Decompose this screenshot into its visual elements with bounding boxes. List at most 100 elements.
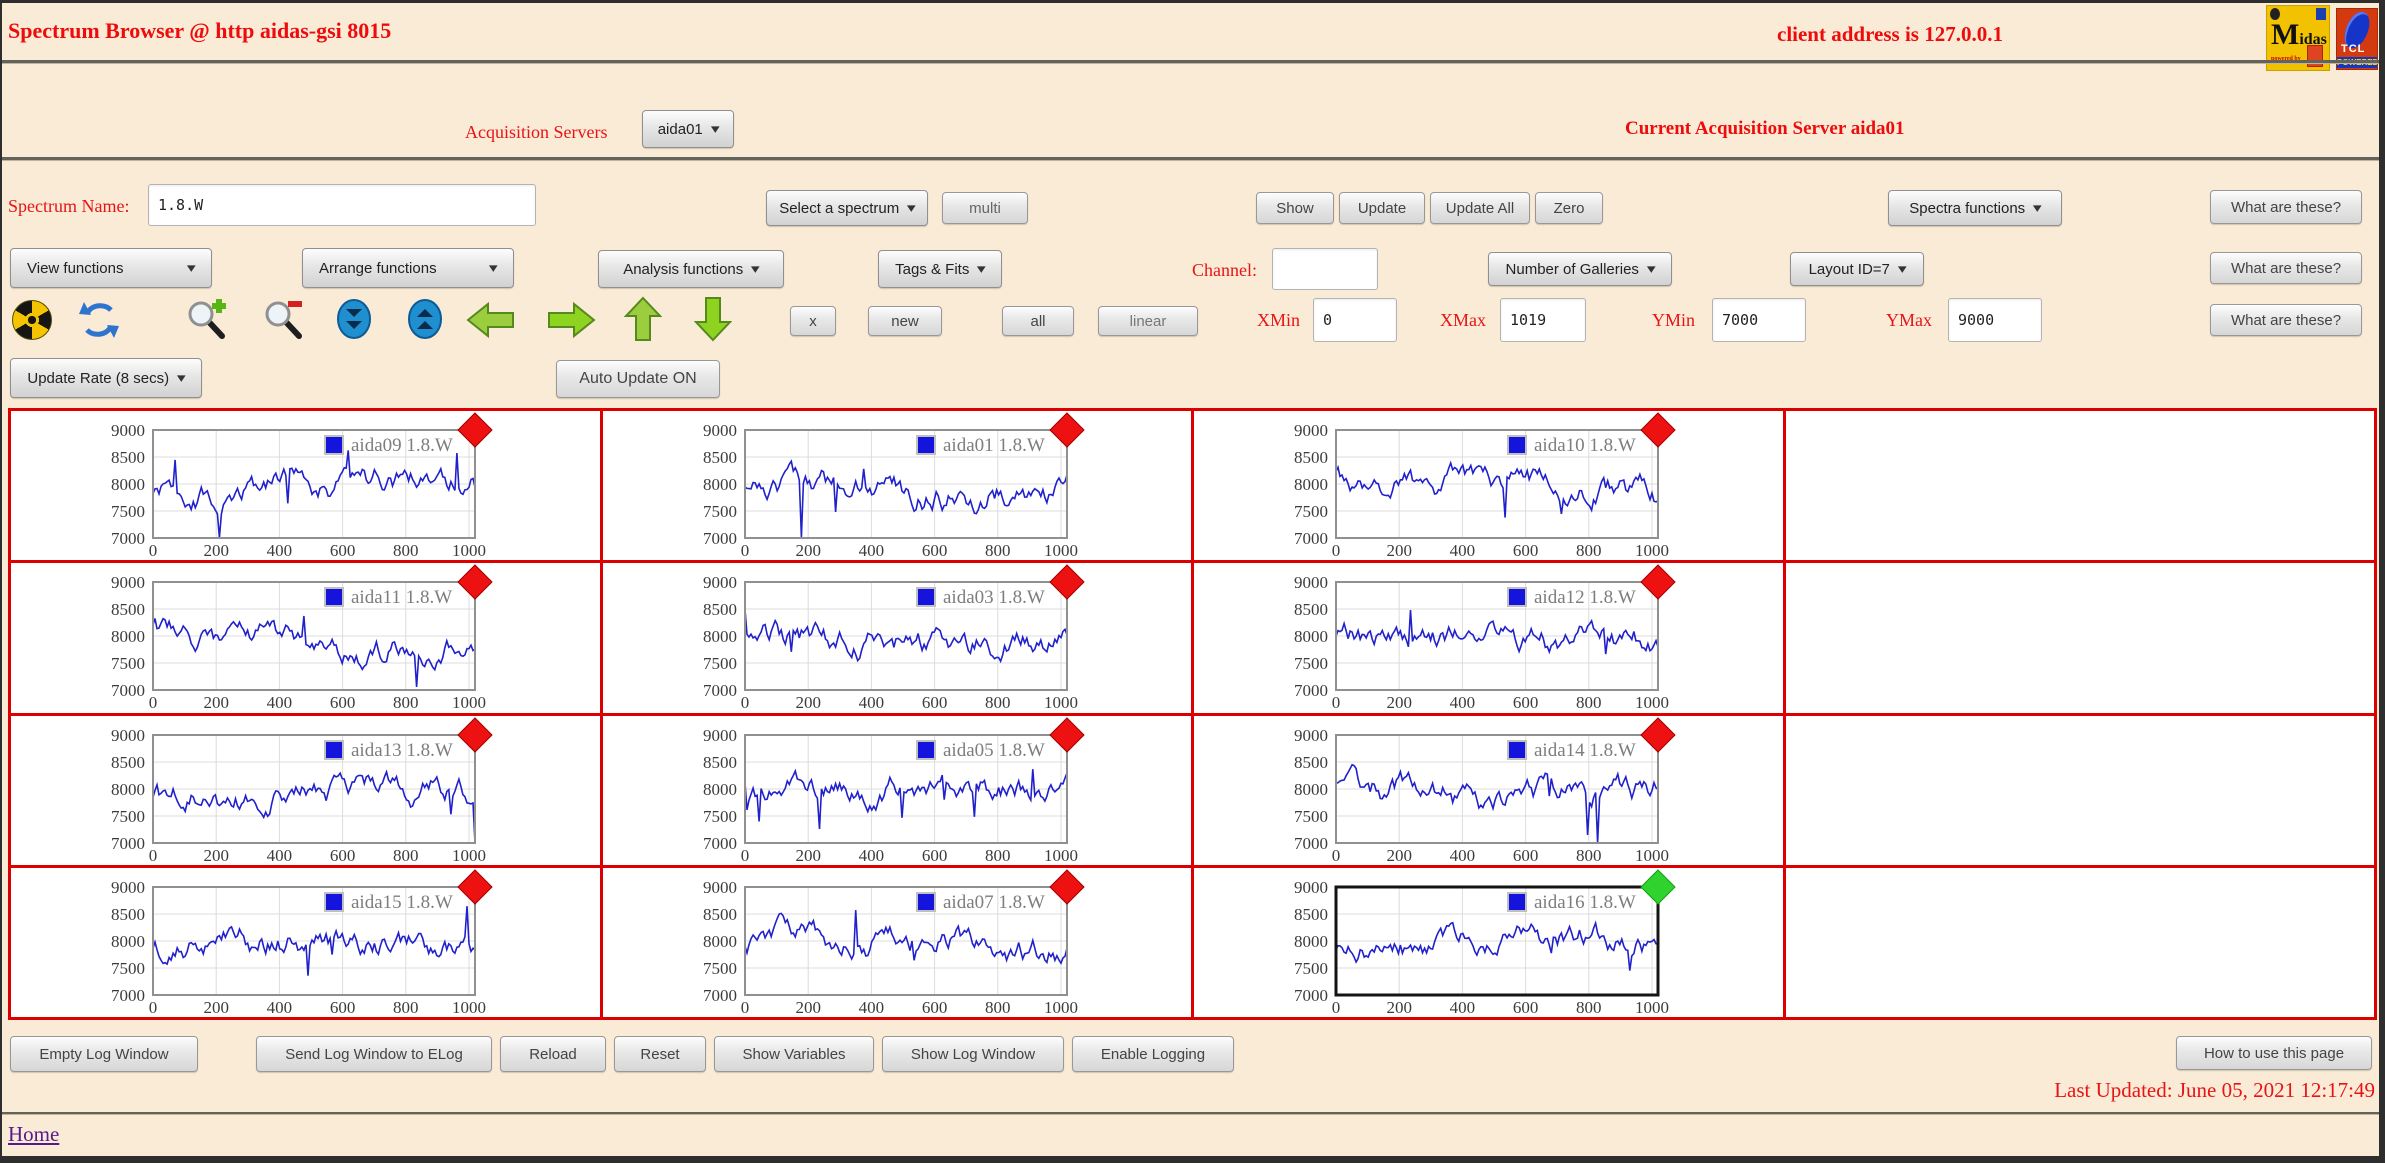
update-all-button[interactable]: Update All (1430, 192, 1530, 224)
select-spectrum-dropdown[interactable]: Select a spectrum ▾ (766, 190, 928, 226)
what-are-these-button-3[interactable]: What are these? (2210, 304, 2362, 336)
channel-input[interactable] (1272, 248, 1378, 290)
how-to-use-button[interactable]: How to use this page (2176, 1036, 2372, 1070)
home-link[interactable]: Home (8, 1122, 59, 1147)
update-button[interactable]: Update (1339, 192, 1425, 224)
arrange-functions-dropdown[interactable]: Arrange functions ▾ (302, 248, 514, 288)
x-tick-label: 0 (1332, 693, 1341, 712)
ymin-label: YMin (1652, 310, 1696, 330)
radiation-icon[interactable] (12, 300, 52, 340)
y-tick-label: 7500 (111, 807, 145, 826)
chevron-down-icon: ▾ (1646, 261, 1656, 276)
y-tick-label: 7500 (1294, 807, 1328, 826)
enable-logging-button[interactable]: Enable Logging (1072, 1036, 1234, 1072)
zoom-in-icon[interactable] (185, 296, 231, 342)
tags-fits-dropdown[interactable]: Tags & Fits ▾ (878, 250, 1002, 288)
x-tick-label: 600 (330, 846, 356, 865)
pan-down-icon[interactable] (694, 296, 732, 342)
spectrum-panel-aida01[interactable]: aida01 1.8.W 9000 8500 8000 7500 70000 200 400 6… (605, 412, 1110, 566)
y-tick-label: 7500 (703, 959, 737, 978)
pan-left-icon[interactable] (466, 300, 516, 340)
current-server-text: Current Acquisition Server aida01 (1625, 118, 1905, 139)
ymin-input[interactable] (1712, 298, 1806, 342)
y-tick-label: 7000 (111, 986, 145, 1005)
spectrum-panel-aida14[interactable]: aida14 1.8.W 9000 8500 8000 7500 70000 200 400 6… (1196, 716, 1701, 871)
ymax-input[interactable] (1948, 298, 2042, 342)
empty-log-window-button[interactable]: Empty Log Window (10, 1036, 198, 1072)
what-are-these-button-2[interactable]: What are these? (2210, 252, 2362, 284)
expand-y-icon[interactable] (407, 298, 443, 340)
spectrum-panel-aida12[interactable]: aida12 1.8.W 9000 8500 8000 7500 70000 200 400 6… (1196, 564, 1701, 718)
y-tick-label: 7000 (1294, 681, 1328, 700)
spectrum-panel-aida15[interactable]: aida15 1.8.W 9000 8500 8000 7500 70000 200 400 6… (13, 869, 518, 1023)
y-tick-label: 9000 (111, 726, 145, 745)
show-variables-button[interactable]: Show Variables (714, 1036, 874, 1072)
spectrum-panel-aida09[interactable]: aida09 1.8.W 9000 8500 8000 7500 70000 200 400 6… (13, 412, 518, 566)
spectrum-panel-aida10[interactable]: aida10 1.8.W 9000 8500 8000 7500 70000 200 400 6… (1196, 412, 1701, 566)
x-tick-label: 1000 (1635, 693, 1669, 712)
update-rate-dropdown[interactable]: Update Rate (8 secs) ▾ (10, 358, 202, 398)
y-tick-label: 8500 (1294, 600, 1328, 619)
spectrum-name-input[interactable] (148, 184, 536, 226)
xmax-input[interactable] (1500, 298, 1586, 342)
multi-button[interactable]: multi (942, 192, 1028, 224)
panel-legend: aida05 1.8.W (943, 740, 1045, 761)
y-tick-label: 7000 (703, 681, 737, 700)
spectrum-panel-aida13[interactable]: aida13 1.8.W 9000 8500 8000 7500 70000 200 400 6… (13, 716, 518, 871)
refresh-icon[interactable] (78, 300, 120, 340)
x-tick-label: 200 (203, 541, 229, 560)
zero-button[interactable]: Zero (1535, 192, 1603, 224)
all-button[interactable]: all (1002, 306, 1074, 336)
acquisition-server-value: aida01 (657, 120, 703, 138)
analysis-functions-dropdown[interactable]: Analysis functions ▾ (598, 250, 784, 288)
panel-legend: aida03 1.8.W (943, 587, 1045, 608)
x-tick-label: 600 (330, 998, 356, 1017)
x-tick-label: 400 (267, 693, 293, 712)
pan-up-icon[interactable] (624, 296, 662, 342)
x-axis-button[interactable]: x (790, 306, 836, 336)
show-button[interactable]: Show (1256, 192, 1334, 224)
spectrum-panel-aida05[interactable]: aida05 1.8.W 9000 8500 8000 7500 70000 200 400 6… (605, 716, 1110, 871)
x-tick-label: 400 (1450, 693, 1476, 712)
gallery-cell: aida13 1.8.W 9000 8500 8000 7500 7000 0 200 400 6… (11, 715, 600, 865)
gallery-cell-empty (1785, 715, 2374, 865)
zoom-out-icon[interactable] (262, 296, 308, 342)
window-edge-left (0, 0, 2, 1163)
show-log-window-button[interactable]: Show Log Window (882, 1036, 1064, 1072)
y-tick-label: 7000 (1294, 529, 1328, 548)
y-tick-label: 8000 (703, 627, 737, 646)
x-tick-label: 800 (1576, 693, 1602, 712)
x-tick-label: 400 (267, 998, 293, 1017)
layout-id-dropdown[interactable]: Layout ID=7 ▾ (1790, 252, 1924, 286)
gallery-cell-empty (1785, 563, 2374, 713)
page-title: Spectrum Browser @ http aidas-gsi 8015 (8, 18, 392, 43)
spectrum-panel-aida07[interactable]: aida07 1.8.W 9000 8500 8000 7500 70000 200 400 6… (605, 869, 1110, 1023)
x-tick-label: 600 (921, 846, 947, 865)
reset-button[interactable]: Reset (614, 1036, 706, 1072)
spectrum-panel-aida03[interactable]: aida03 1.8.W 9000 8500 8000 7500 70000 200 400 6… (605, 564, 1110, 718)
x-tick-label: 200 (203, 998, 229, 1017)
auto-update-button[interactable]: Auto Update ON (556, 360, 720, 398)
y-tick-label: 8000 (111, 780, 145, 799)
pan-right-icon[interactable] (546, 300, 596, 340)
window-edge-bottom (0, 1156, 2385, 1163)
status-diamond-red (1048, 412, 1085, 448)
x-tick-label: 600 (921, 541, 947, 560)
x-tick-label: 400 (858, 846, 884, 865)
linear-button[interactable]: linear (1098, 306, 1198, 336)
compress-y-icon[interactable] (336, 298, 372, 340)
view-functions-dropdown[interactable]: View functions ▾ (10, 248, 212, 288)
send-log-to-elog-button[interactable]: Send Log Window to ELog (256, 1036, 492, 1072)
spectra-functions-dropdown[interactable]: Spectra functions ▾ (1888, 190, 2062, 226)
spectrum-panel-aida16[interactable]: aida16 1.8.W 9000 8500 8000 7500 70000 200 400 6… (1196, 869, 1701, 1023)
gallery-cell-empty (1785, 867, 2374, 1017)
x-tick-label: 800 (393, 846, 419, 865)
new-button[interactable]: new (868, 306, 942, 336)
xmin-input[interactable] (1313, 298, 1397, 342)
acquisition-server-select[interactable]: aida01 ▾ (642, 110, 734, 148)
what-are-these-button-1[interactable]: What are these? (2210, 190, 2362, 224)
reload-button[interactable]: Reload (500, 1036, 606, 1072)
spectrum-panel-aida11[interactable]: aida11 1.8.W 9000 8500 8000 7500 70000 200 400 6… (13, 564, 518, 718)
x-tick-label: 0 (1332, 846, 1341, 865)
number-of-galleries-dropdown[interactable]: Number of Galleries ▾ (1488, 252, 1672, 286)
